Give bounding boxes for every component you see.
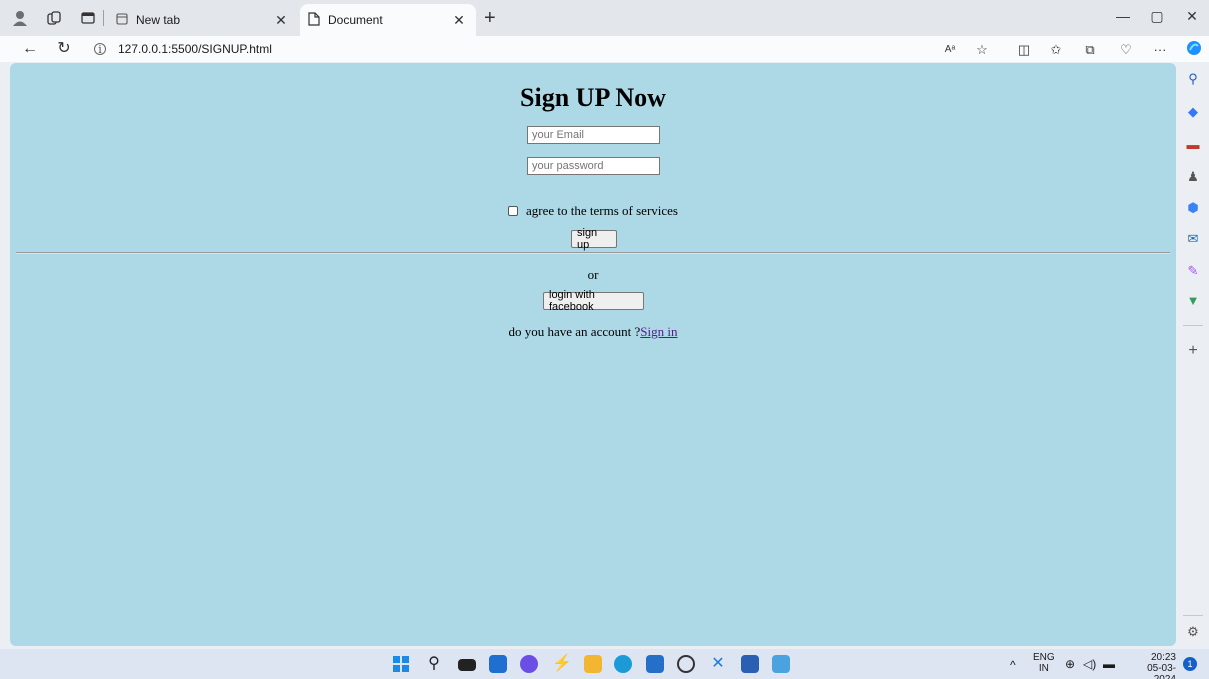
password-field[interactable]	[527, 157, 660, 175]
add-sidebar-app-icon[interactable]: +	[1185, 343, 1201, 359]
favorites-icon[interactable]: ✩	[1046, 40, 1066, 60]
url-field[interactable]: i 127.0.0.1:5500/SIGNUP.html	[94, 38, 994, 60]
url-text: 127.0.0.1:5500/SIGNUP.html	[118, 42, 272, 56]
restore-icon[interactable]: ▢	[1145, 8, 1169, 25]
clock[interactable]: 20:23 05-03-2024	[1126, 652, 1176, 679]
chat-icon[interactable]	[520, 655, 538, 673]
drop-icon[interactable]: ▼	[1185, 293, 1201, 309]
language-code: ENG	[1033, 652, 1055, 663]
login-facebook-button[interactable]: login with facebook	[543, 289, 644, 313]
copilot-icon[interactable]	[1184, 40, 1204, 60]
date-text: 05-03-2024	[1147, 663, 1176, 679]
back-arrow-icon[interactable]: ←	[20, 39, 40, 59]
file-explorer-icon[interactable]	[584, 655, 602, 673]
time-text: 20:23	[1150, 652, 1176, 663]
outlook-icon[interactable]: ✉	[1185, 231, 1201, 247]
language-indicator[interactable]: ENG IN	[1033, 652, 1055, 674]
vscode-icon[interactable]: ✕	[709, 655, 727, 673]
split-screen-icon[interactable]: ◫	[1014, 40, 1034, 60]
refresh-icon[interactable]: ↻	[54, 39, 74, 59]
volume-icon[interactable]: ◁)	[1083, 657, 1096, 671]
sign-in-link[interactable]: Sign in	[640, 324, 677, 339]
account-prompt: do you have an account ?Sign in	[10, 324, 1176, 340]
new-tab-page-icon	[116, 12, 128, 28]
tab-separator	[103, 10, 104, 26]
sign-up-button[interactable]: sign up	[571, 227, 617, 251]
shopping-tag-icon[interactable]: ◆	[1185, 104, 1201, 120]
close-icon[interactable]: ✕	[450, 12, 468, 29]
terms-row: agree to the terms of services	[10, 203, 1176, 219]
new-tab-plus-icon[interactable]: +	[484, 7, 496, 30]
tab-new-tab[interactable]: New tab ✕	[108, 4, 298, 36]
power-automate-icon[interactable]: ⚡	[552, 655, 572, 673]
chevron-up-icon[interactable]: ^	[1010, 658, 1016, 672]
search-icon[interactable]: ⚲	[1185, 71, 1201, 87]
more-options-icon[interactable]: ···	[1150, 40, 1170, 60]
sidebar-separator	[1183, 615, 1203, 616]
site-info-icon[interactable]: i	[94, 43, 106, 56]
title-bar: New tab ✕ Document ✕ + — ▢ ✕	[0, 0, 1209, 36]
tab-actions-icon[interactable]	[78, 8, 98, 28]
photos-icon[interactable]	[772, 655, 790, 673]
task-view-icon[interactable]	[458, 659, 476, 671]
or-text: or	[587, 267, 599, 282]
browser-essentials-icon[interactable]: ♡	[1116, 40, 1136, 60]
dell-icon[interactable]	[677, 655, 695, 673]
tools-briefcase-icon[interactable]: ▬	[1185, 137, 1201, 153]
tab-label: Document	[328, 13, 383, 27]
settings-gear-icon[interactable]: ⚙	[1185, 624, 1201, 640]
word-icon[interactable]	[741, 655, 759, 673]
tab-label: New tab	[136, 13, 181, 27]
workspaces-icon[interactable]	[44, 8, 64, 28]
document-page-icon	[308, 11, 320, 29]
notification-badge[interactable]: 1	[1183, 657, 1197, 671]
widgets-icon[interactable]	[489, 655, 507, 673]
edge-sidebar: ⚲ ◆ ▬ ♟ ⬢ ✉ ✎ ▼ + ⚙	[1177, 63, 1209, 646]
collections-icon[interactable]: ⧉	[1080, 40, 1100, 60]
tab-document[interactable]: Document ✕	[300, 4, 476, 36]
battery-icon[interactable]: ▬	[1103, 657, 1115, 671]
read-aloud-icon[interactable]: Aᵃ	[940, 40, 960, 60]
terms-label: agree to the terms of services	[526, 203, 678, 218]
network-icon[interactable]: ⊕	[1065, 657, 1075, 671]
email-field[interactable]	[527, 126, 660, 144]
store-icon[interactable]	[646, 655, 664, 673]
search-icon[interactable]: ⚲	[425, 655, 443, 673]
divider	[16, 252, 1170, 254]
close-icon[interactable]: ✕	[272, 12, 290, 29]
sidebar-separator	[1183, 325, 1203, 326]
terms-checkbox[interactable]	[508, 206, 519, 216]
microsoft-365-icon[interactable]: ⬢	[1185, 200, 1201, 216]
region-code: IN	[1038, 663, 1049, 674]
windows-start-icon[interactable]	[392, 655, 410, 673]
designer-icon[interactable]: ✎	[1185, 263, 1201, 279]
page-viewport: Sign UP Now agree to the terms of servic…	[10, 63, 1176, 646]
minimize-icon[interactable]: —	[1111, 8, 1135, 24]
taskbar: ⚲ ⚡ ✕ ^ ENG IN ⊕ ◁) ▬ 20:23 05-03-2024 1	[0, 649, 1209, 679]
page-title: Sign UP Now	[520, 83, 666, 112]
edge-icon[interactable]	[614, 655, 632, 673]
favorite-star-icon[interactable]: ☆	[972, 40, 992, 60]
window-close-icon[interactable]: ✕	[1180, 8, 1204, 25]
games-icon[interactable]: ♟	[1185, 169, 1201, 185]
profile-icon[interactable]	[10, 8, 30, 28]
account-question: do you have an account ?	[508, 324, 641, 339]
